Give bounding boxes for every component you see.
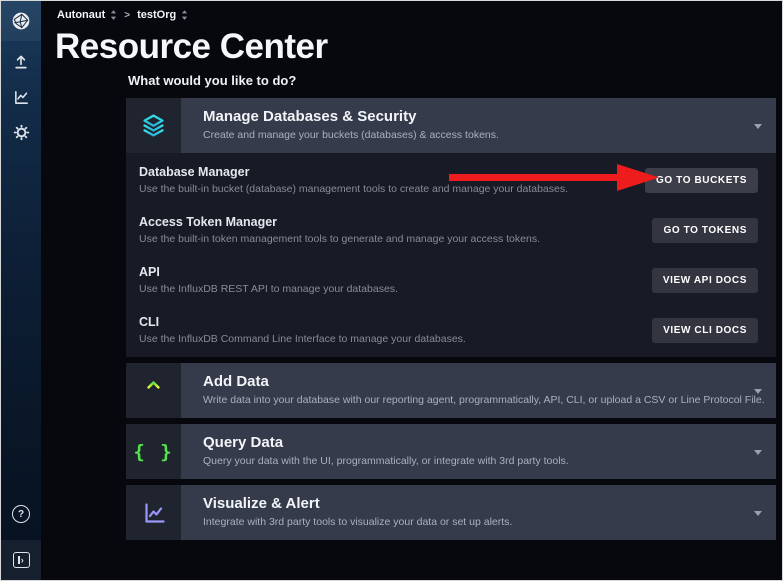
section-header-add-data[interactable]: Add Data Write data into your database w… xyxy=(126,363,776,418)
workspace-name: testOrg xyxy=(137,9,176,21)
section-title: Query Data xyxy=(203,434,569,451)
list-item-cli: CLI Use the InfluxDB Command Line Interf… xyxy=(126,305,776,355)
sidebar-upload-icon[interactable] xyxy=(1,45,41,79)
section-title: Add Data xyxy=(203,373,765,390)
sidebar-settings-gear-icon[interactable] xyxy=(1,115,41,149)
item-description: Use the built-in bucket (database) manag… xyxy=(139,183,568,195)
section-title: Manage Databases & Security xyxy=(203,108,499,125)
chevron-down-icon xyxy=(754,124,762,129)
app-window: ? › Autonaut > testOrg Resource Center W xyxy=(0,0,783,581)
section-description: Write data into your database with our r… xyxy=(203,394,765,406)
chevron-down-icon xyxy=(754,450,762,455)
influxdb-logo-icon[interactable] xyxy=(1,1,41,41)
item-description: Use the InfluxDB Command Line Interface … xyxy=(139,333,466,345)
list-item-api: API Use the InfluxDB REST API to manage … xyxy=(126,255,776,305)
list-item-database-manager: Database Manager Use the built-in bucket… xyxy=(126,155,776,205)
breadcrumb-org[interactable]: Autonaut xyxy=(57,9,117,21)
chevron-down-icon xyxy=(754,389,762,394)
sidebar-graphs-icon[interactable] xyxy=(1,80,41,114)
upload-icon xyxy=(126,363,181,418)
section-add-data: Add Data Write data into your database w… xyxy=(126,363,776,418)
section-description: Query your data with the UI, programmati… xyxy=(203,455,569,467)
section-header-query-data[interactable]: { } Query Data Query your data with the … xyxy=(126,424,776,479)
item-title: API xyxy=(139,265,398,279)
page-subtitle: What would you like to do? xyxy=(128,73,296,88)
go-to-tokens-button[interactable]: GO TO TOKENS xyxy=(652,218,758,243)
section-visualize-alert: Visualize & Alert Integrate with 3rd par… xyxy=(126,485,776,540)
breadcrumb: Autonaut > testOrg xyxy=(57,9,188,21)
view-cli-docs-button[interactable]: VIEW CLI DOCS xyxy=(652,318,758,343)
item-description: Use the InfluxDB REST API to manage your… xyxy=(139,283,398,295)
item-title: Database Manager xyxy=(139,165,568,179)
section-query-data: { } Query Data Query your data with the … xyxy=(126,424,776,479)
view-api-docs-button[interactable]: VIEW API DOCS xyxy=(652,268,758,293)
list-item-access-token-manager: Access Token Manager Use the built-in to… xyxy=(126,205,776,255)
breadcrumb-workspace[interactable]: testOrg xyxy=(137,9,188,21)
item-description: Use the built-in token management tools … xyxy=(139,233,540,245)
docs-panel-icon[interactable]: › xyxy=(1,540,41,580)
section-manage-databases: Manage Databases & Security Create and m… xyxy=(126,98,776,357)
chevron-down-icon xyxy=(754,511,762,516)
curly-braces-icon: { } xyxy=(126,424,181,479)
section-body-manage-databases: Database Manager Use the built-in bucket… xyxy=(126,153,776,357)
item-title: CLI xyxy=(139,315,466,329)
section-header-visualize-alert[interactable]: Visualize & Alert Integrate with 3rd par… xyxy=(126,485,776,540)
breadcrumb-separator: > xyxy=(124,10,130,21)
section-description: Create and manage your buckets (database… xyxy=(203,129,499,141)
section-header-manage-databases[interactable]: Manage Databases & Security Create and m… xyxy=(126,98,776,153)
question-mark-glyph: ? xyxy=(12,505,30,523)
org-switcher-icon xyxy=(110,10,117,20)
sidebar: ? › xyxy=(1,1,41,580)
resource-panels: Manage Databases & Security Create and m… xyxy=(126,98,776,546)
workspace-switcher-icon xyxy=(181,10,188,20)
help-icon[interactable]: ? xyxy=(1,497,41,531)
main-content: Autonaut > testOrg Resource Center What … xyxy=(41,1,782,580)
page-title: Resource Center xyxy=(55,27,328,67)
section-title: Visualize & Alert xyxy=(203,495,512,512)
section-description: Integrate with 3rd party tools to visual… xyxy=(203,516,512,528)
buckets-layers-icon xyxy=(126,98,181,153)
line-chart-icon xyxy=(126,485,181,540)
item-title: Access Token Manager xyxy=(139,215,540,229)
go-to-buckets-button[interactable]: GO TO BUCKETS xyxy=(645,168,758,193)
org-name: Autonaut xyxy=(57,9,105,21)
